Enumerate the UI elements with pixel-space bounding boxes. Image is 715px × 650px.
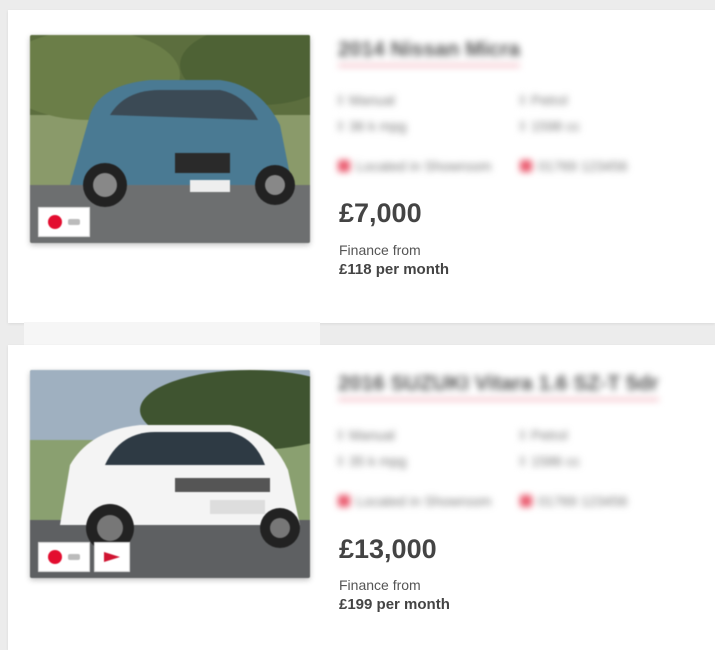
photo-badges (38, 542, 130, 572)
finance-monthly: £118 per month (339, 261, 450, 278)
dealer-badge (38, 542, 90, 572)
dealer-logo-icon (48, 550, 62, 564)
listing-price: £7,000 (339, 198, 422, 228)
spec-fuel: Petrol (520, 92, 568, 108)
phone-link[interactable]: 01769 123456 (520, 493, 628, 509)
spec-fuel: Petrol (520, 427, 568, 443)
spec-engine: 1586 cc (520, 453, 580, 469)
listing-title[interactable]: 2016 SUZUKI Vitara 1.6 SZ-T 5dr (338, 372, 659, 401)
photo-count-badge (68, 219, 80, 225)
car-photo[interactable] (30, 35, 310, 243)
finance-label: Finance from (339, 242, 421, 258)
location-icon (338, 495, 350, 507)
spec-engine: 1598 cc (520, 118, 580, 134)
location-link[interactable]: Located in Showroom (338, 493, 491, 509)
phone-icon (520, 160, 532, 172)
bullet-icon (520, 95, 525, 105)
bullet-icon (338, 95, 343, 105)
dealer-logo-icon (48, 215, 62, 229)
phone-link[interactable]: 01769 123456 (520, 158, 628, 174)
spec-transmission: Manual (338, 92, 395, 108)
finance-label: Finance from (339, 577, 421, 593)
photo-count-badge (68, 554, 80, 560)
spec-mpg: 36 k mpg (338, 118, 407, 134)
listing-card[interactable]: 2016 SUZUKI Vitara 1.6 SZ-T 5dr Manual P… (8, 345, 715, 650)
finance-monthly: £199 per month (339, 596, 450, 613)
location-link[interactable]: Located in Showroom (338, 158, 491, 174)
photo-badges (38, 207, 90, 237)
bullet-icon (338, 456, 343, 466)
video-badge (94, 542, 130, 572)
phone-icon (520, 495, 532, 507)
listing-card[interactable]: 2014 Nissan Micra Manual Petrol 36 k mpg… (8, 10, 715, 323)
spec-transmission: Manual (338, 427, 395, 443)
car-photo[interactable] (30, 370, 310, 578)
bullet-icon (520, 121, 525, 131)
bullet-icon (520, 430, 525, 440)
listing-price: £13,000 (339, 534, 437, 564)
bullet-icon (520, 456, 525, 466)
listing-title[interactable]: 2014 Nissan Micra (338, 38, 521, 67)
bullet-icon (338, 121, 343, 131)
bullet-icon (338, 430, 343, 440)
video-icon (104, 552, 120, 562)
card-divider (24, 322, 320, 346)
spec-mpg: 35 k mpg (338, 453, 407, 469)
location-icon (338, 160, 350, 172)
dealer-badge (38, 207, 90, 237)
